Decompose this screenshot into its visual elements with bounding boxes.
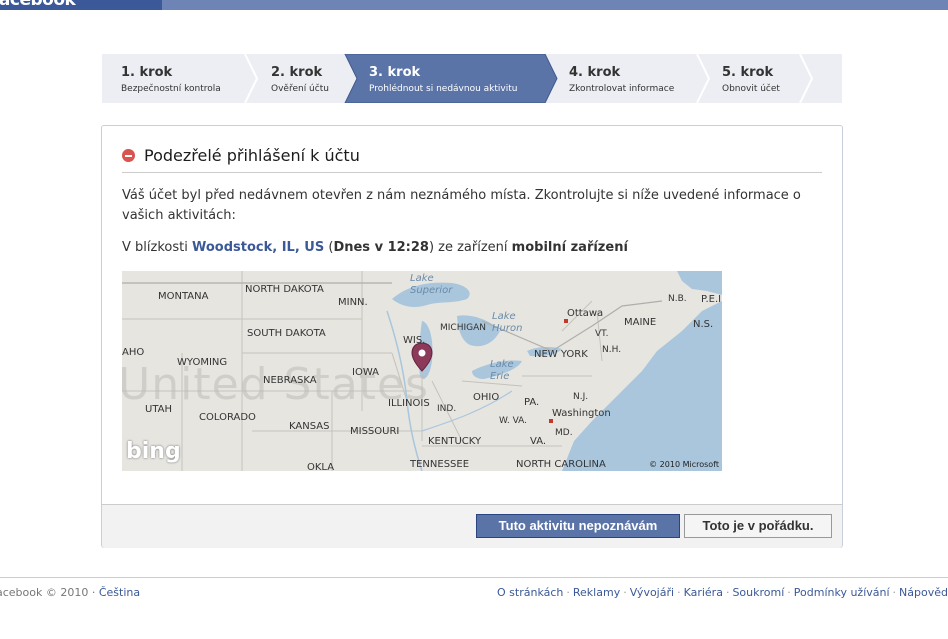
map-label-ind: IND.	[437, 404, 457, 414]
footer-copyright: acebook © 2010 ·	[0, 586, 99, 599]
map-gulf	[677, 271, 722, 295]
map-label-colorado: COLORADO	[199, 412, 256, 423]
step-2-label: Ověření účtu	[271, 84, 329, 94]
footer-separator: ·	[677, 586, 681, 599]
map-label-illinois: ILLINOIS	[388, 398, 430, 409]
map-label-ohio: OHIO	[473, 392, 500, 403]
map-label-wyoming: WYOMING	[177, 357, 228, 368]
footer-links: O stránkách · Reklamy · Vývojáři · Kariéra · Sou…	[497, 586, 948, 599]
map-label-idaho: AHO	[122, 347, 145, 358]
location-city-link[interactable]: Woodstock, IL, US	[192, 240, 324, 255]
step-5-label: Obnovit účet	[722, 84, 780, 94]
map-label-tennessee: TENNESSEE	[410, 459, 470, 470]
step-1-label: Bezpečnostní kontrola	[121, 84, 221, 94]
explanation-text: Váš účet byl před nedávnem otevřen z nám…	[122, 188, 801, 223]
footer-separator: ·	[787, 586, 791, 599]
map-label-north-dakota: NORTH DAKOTA	[245, 284, 324, 295]
footer-link-ads[interactable]: Reklamy	[573, 586, 620, 599]
map-label-maine: MAINE	[624, 317, 657, 328]
card-header: Podezřelé přihlášení k účtu	[122, 146, 822, 173]
footer-language-link[interactable]: Čeština	[99, 586, 140, 599]
map-label-michigan: MICHIGAN	[440, 323, 486, 333]
step-separator-1	[244, 54, 259, 103]
step-3-label: Prohlédnout si nedávnou aktivitu	[369, 84, 518, 94]
map-label-pa: PA.	[524, 397, 540, 408]
map-label-ns: N.S.	[693, 319, 714, 330]
card-footer: Tuto aktivitu nepoznávám Toto je v pořád…	[102, 504, 842, 548]
map-label-montana: MONTANA	[158, 291, 209, 302]
location-device-prefix: ) ze zařízení	[428, 240, 512, 255]
map-label-nj: N.J.	[573, 392, 589, 402]
step-1-number: 1. krok	[121, 65, 173, 80]
step-3-number: 3. krok	[369, 65, 421, 80]
ottawa-marker	[564, 319, 568, 323]
location-map[interactable]: United States MONTANA NORTH DAKOTA MINN.…	[122, 271, 722, 471]
map-label-north-carolina: NORTH CAROLINA	[516, 459, 606, 470]
map-label-new-york: NEW YORK	[534, 349, 588, 360]
footer-separator: ·	[566, 586, 570, 599]
step-4-number: 4. krok	[569, 65, 621, 80]
step-separator-2	[696, 54, 711, 103]
map-label-south-dakota: SOUTH DAKOTA	[247, 328, 326, 339]
deny-activity-button[interactable]: Tuto aktivitu nepoznávám	[476, 514, 680, 538]
map-copyright: © 2010 Microsoft	[649, 460, 719, 469]
map-label-nb: N.B.	[668, 294, 687, 304]
footer-separator: ·	[623, 586, 627, 599]
location-prefix: V blízkosti	[122, 240, 192, 255]
login-time: Dnes v 12:28	[333, 240, 429, 255]
map-label-iowa: IOWA	[352, 367, 380, 378]
map-label-va: VA.	[530, 436, 547, 447]
footer-separator: ·	[725, 586, 730, 599]
suspicious-login-card: Podezřelé přihlášení k účtu Váš účet byl…	[101, 125, 843, 548]
footer-link-about[interactable]: O stránkách	[497, 586, 563, 599]
confirm-activity-button[interactable]: Toto je v pořádku.	[684, 514, 832, 538]
footer-separator: ·	[892, 586, 897, 599]
logo-container[interactable]: facebook	[0, 0, 162, 10]
map-label-kansas: KANSAS	[289, 421, 330, 432]
footer-left: acebook © 2010 · Čeština	[0, 586, 140, 599]
map-label-missouri: MISSOURI	[350, 426, 400, 437]
map-label-ottawa: Ottawa	[567, 308, 604, 319]
step-4-label: Zkontrolovat informace	[569, 84, 675, 94]
map-label-kentucky: KENTUCKY	[428, 436, 482, 447]
map-label-vt: VT.	[595, 329, 609, 339]
washington-marker	[549, 419, 553, 423]
footer-link-privacy[interactable]: Soukromí	[732, 586, 784, 599]
map-label-lake-superior: Lake Superior	[410, 273, 453, 296]
login-device: mobilní zařízení	[511, 240, 628, 255]
step-separator-3	[799, 54, 814, 103]
step-2-number: 2. krok	[271, 65, 323, 80]
map-label-wis: WIS.	[403, 335, 426, 346]
card-title: Podezřelé přihlášení k účtu	[144, 146, 360, 165]
map-label-washington: Washington	[552, 408, 611, 419]
map-label-wva: W. VA.	[499, 416, 528, 426]
map-label-nebraska: NEBRASKA	[263, 375, 317, 386]
bing-logo: bing	[126, 439, 181, 464]
footer-link-help[interactable]: Nápověd	[899, 586, 948, 599]
steps-progress: 1. krok Bezpečnostní kontrola 2. krok Ov…	[102, 54, 842, 103]
map-label-oklahoma: OKLA	[307, 462, 335, 471]
map-label-lake-erie: Lake Erie	[490, 359, 514, 382]
map-label-utah: UTAH	[145, 404, 173, 415]
footer-link-terms[interactable]: Podmínky užívání	[794, 586, 890, 599]
top-bar: facebook	[0, 0, 948, 10]
footer-link-developers[interactable]: Vývojáři	[630, 586, 674, 599]
facebook-logo[interactable]: facebook	[0, 0, 76, 10]
map-label-lake-huron: Lake Huron	[492, 311, 523, 334]
footer-link-careers[interactable]: Kariéra	[684, 586, 723, 599]
map-label-md: MD.	[555, 428, 573, 438]
login-location: V blízkosti Woodstock, IL, US (Dnes v 12…	[122, 240, 628, 255]
page-footer: acebook © 2010 · Čeština O stránkách · Rek…	[0, 577, 948, 638]
map-label-nh: N.H.	[602, 345, 622, 355]
map-label-minn: MINN.	[338, 297, 368, 308]
warning-icon	[122, 149, 135, 162]
map-label-pei: P.E.I.	[701, 294, 722, 305]
step-5-number: 5. krok	[722, 65, 774, 80]
